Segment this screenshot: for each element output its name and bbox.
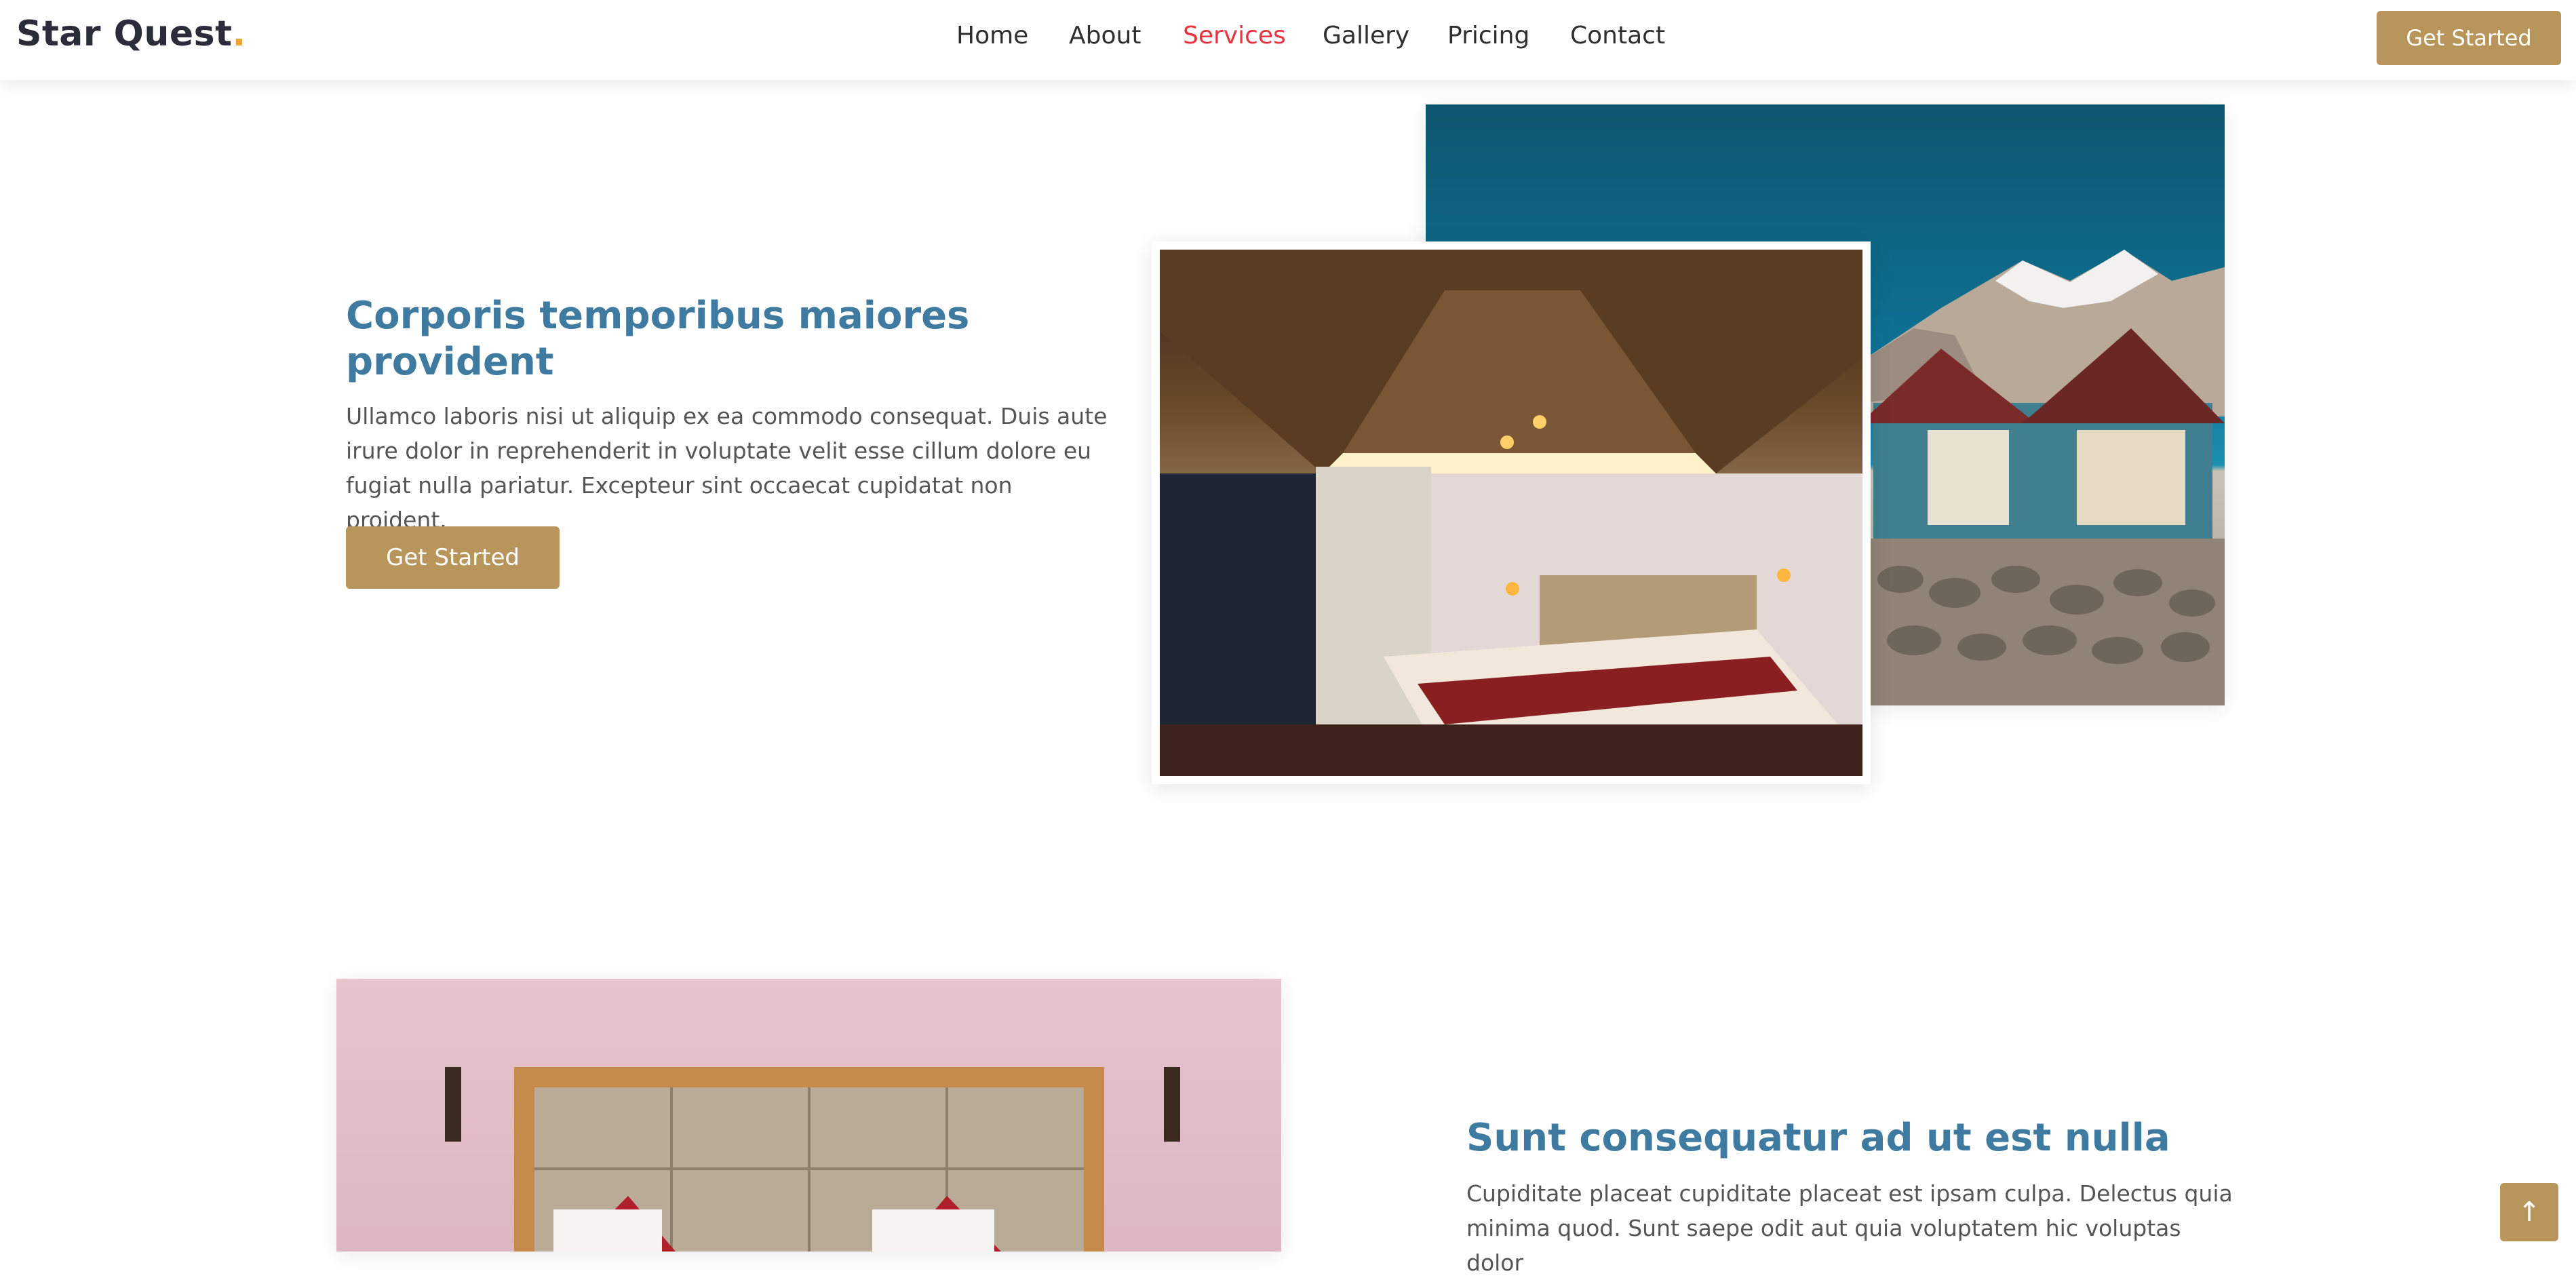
feature-1-title: Corporis temporibus maiores provident bbox=[346, 294, 970, 384]
hotel-room-photo bbox=[1160, 250, 1862, 776]
nav-pricing[interactable]: Pricing bbox=[1447, 22, 1529, 50]
site-header: Star Quest. Home About Services Gallery … bbox=[0, 0, 2576, 80]
nav-home[interactable]: Home bbox=[956, 22, 1028, 50]
feature-1-text: Ullamco laboris nisi ut aliquip ex ea co… bbox=[346, 403, 1108, 533]
back-to-top-button[interactable]: ↑ bbox=[2500, 1183, 2558, 1241]
main-nav: Home About Services Gallery Pricing Cont… bbox=[0, 22, 2576, 56]
feature-1-get-started-button[interactable]: Get Started bbox=[346, 526, 560, 589]
bed-headboard-image bbox=[336, 979, 1281, 1252]
nav-services[interactable]: Services bbox=[1183, 22, 1286, 50]
bed-headboard-illustration bbox=[445, 1067, 1180, 1252]
arrow-up-icon: ↑ bbox=[2518, 1197, 2541, 1228]
nav-about[interactable]: About bbox=[1069, 22, 1141, 50]
header-get-started-button[interactable]: Get Started bbox=[2377, 11, 2561, 65]
hotel-room-illustration bbox=[1160, 250, 1862, 776]
nav-contact[interactable]: Contact bbox=[1570, 22, 1665, 50]
nav-gallery[interactable]: Gallery bbox=[1323, 22, 1409, 50]
feature-2-text: Cupiditate placeat cupiditate placeat es… bbox=[1466, 1180, 2233, 1276]
hotel-room-image bbox=[1152, 241, 1871, 784]
feature-2-title: Sunt consequatur ad ut est nulla bbox=[1466, 1116, 2170, 1160]
